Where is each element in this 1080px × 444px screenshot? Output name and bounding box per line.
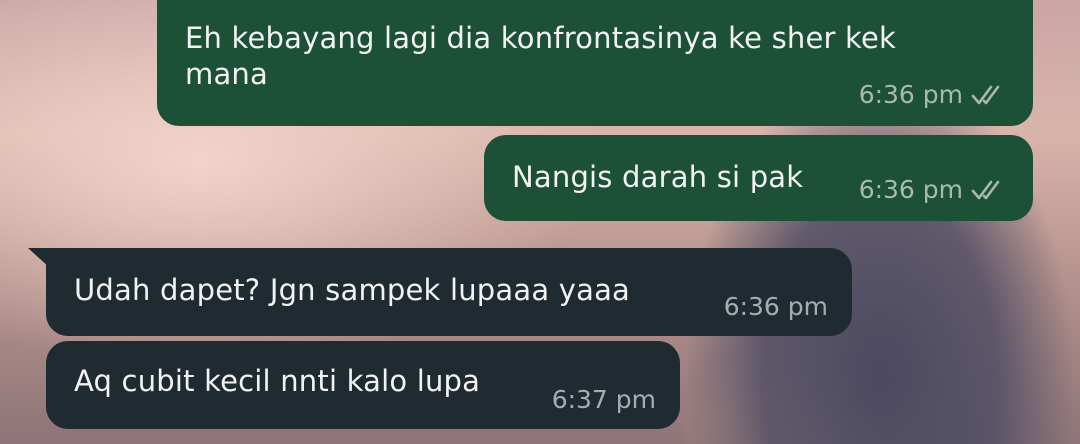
- message-time: 6:37 pm: [551, 385, 656, 414]
- message-meta: 6:36 pm: [724, 292, 828, 321]
- double-check-icon: [971, 179, 1005, 201]
- message-text: Aq cubit kecil nnti kalo lupa: [74, 364, 481, 398]
- message-meta: 6:36 pm: [859, 80, 1005, 109]
- message-text: Nangis darah si pak: [512, 160, 804, 194]
- message-text: Udah dapet? Jgn sampek lupaaa yaaa: [74, 273, 631, 307]
- message-time: 6:36 pm: [723, 292, 828, 321]
- message-bubble-incoming[interactable]: Aq cubit kecil nnti kalo lupa 6:37 pm: [46, 341, 680, 429]
- message-meta: 6:36 pm: [859, 175, 1005, 204]
- message-time: 6:36 pm: [858, 80, 963, 109]
- message-meta: 6:37 pm: [552, 385, 656, 414]
- message-text: Eh kebayang lagi dia konfrontasinya ke s…: [185, 21, 897, 91]
- double-check-icon: [971, 84, 1005, 106]
- message-bubble-outgoing[interactable]: Eh kebayang lagi dia konfrontasinya ke s…: [157, 0, 1033, 126]
- message-bubble-outgoing[interactable]: Nangis darah si pak 6:36 pm: [484, 135, 1033, 221]
- message-bubble-incoming[interactable]: Udah dapet? Jgn sampek lupaaa yaaa 6:36 …: [46, 248, 852, 336]
- message-time: 6:36 pm: [858, 175, 963, 204]
- message-list[interactable]: Eh kebayang lagi dia konfrontasinya ke s…: [0, 0, 1080, 444]
